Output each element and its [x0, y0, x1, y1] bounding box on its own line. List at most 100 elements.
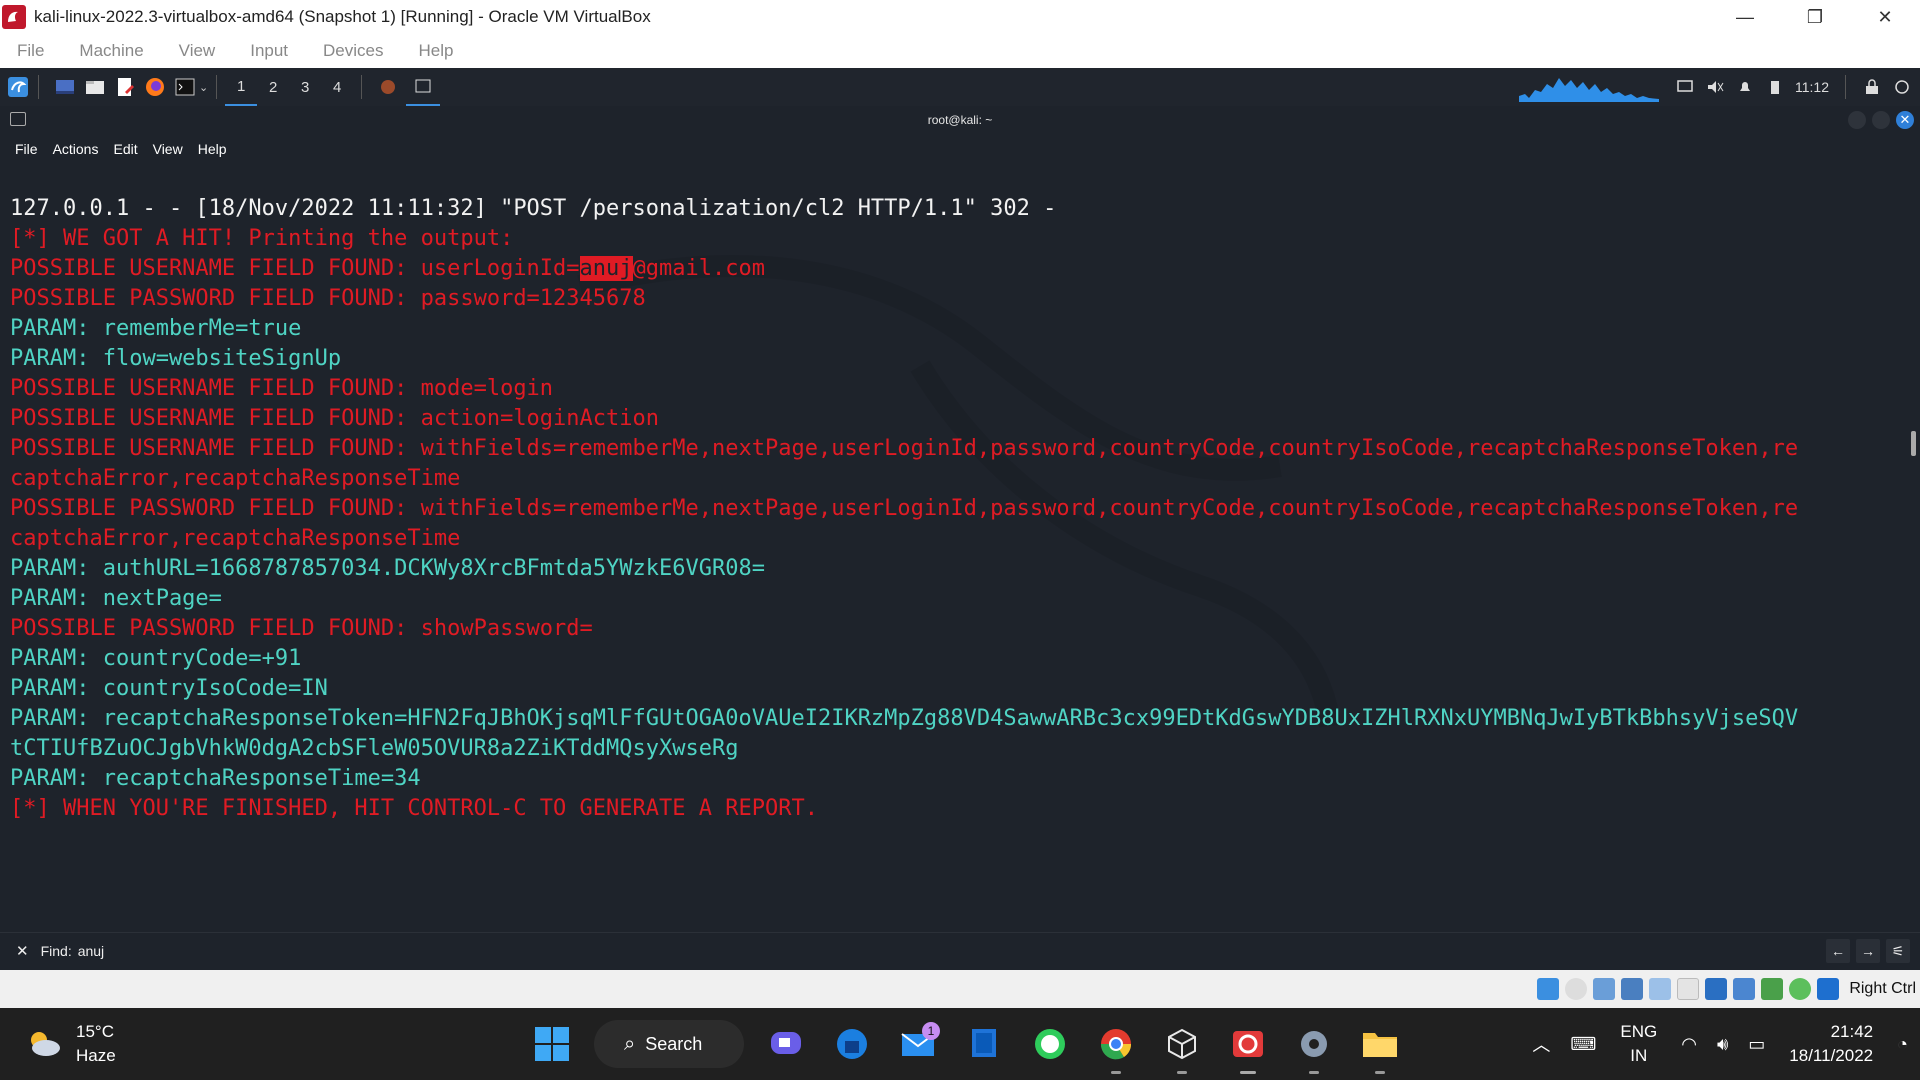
terminal-line: [*] WE GOT A HIT! Printing the output: [10, 226, 514, 251]
start-button[interactable] [528, 1020, 576, 1068]
text-editor-icon[interactable] [113, 75, 137, 99]
notifications-bell-icon[interactable] [1733, 75, 1757, 99]
windows-taskbar: 15°C Haze ⌕ Search 1 ︿ ⌨ ENG IN ◠ 🔊︎ ▭ 2… [0, 1008, 1920, 1080]
find-input[interactable] [77, 942, 1778, 959]
terminal-menu-file[interactable]: File [15, 141, 38, 157]
mail-icon[interactable]: 1 [894, 1020, 942, 1068]
terminal-line: POSSIBLE USERNAME FIELD FOUND: mode=logi… [10, 376, 554, 401]
file-explorer-icon[interactable] [1356, 1020, 1404, 1074]
vbox-menu-file[interactable]: File [17, 41, 44, 61]
firefox-icon[interactable] [143, 75, 167, 99]
audio-icon[interactable] [1593, 978, 1616, 1000]
volume-muted-icon[interactable] [1703, 75, 1727, 99]
find-close-icon[interactable]: ✕ [16, 942, 29, 960]
box-app-icon[interactable] [1158, 1020, 1206, 1074]
terminal-line: captchaError,recaptchaResponseTime [10, 526, 461, 551]
chevron-down-icon[interactable]: ⌄ [199, 81, 208, 94]
vbox-menu-devices[interactable]: Devices [323, 41, 383, 61]
mouse-integration-icon[interactable] [1817, 978, 1840, 1000]
workspace-4[interactable]: 4 [321, 68, 353, 106]
find-previous-icon[interactable]: ← [1826, 939, 1850, 963]
language-indicator[interactable]: ENG IN [1620, 1020, 1657, 1068]
terminal-menu-actions[interactable]: Actions [53, 141, 99, 157]
workspace-2[interactable]: 2 [257, 68, 289, 106]
terminal-menu-help[interactable]: Help [198, 141, 227, 157]
notification-center-icon[interactable]: ◔ [1897, 1034, 1908, 1055]
firefox-window-icon[interactable] [376, 75, 400, 99]
find-options-icon[interactable]: ⚟ [1886, 939, 1910, 963]
whatsapp-icon[interactable] [1026, 1020, 1074, 1068]
terminal-output[interactable]: 127.0.0.1 - - [18/Nov/2022 11:11:32] "PO… [0, 186, 1920, 831]
guest-additions-icon[interactable] [1789, 978, 1812, 1000]
vbox-menubar: File Machine View Input Devices Help [0, 34, 1920, 68]
line-suffix: @gmail.com [632, 256, 765, 281]
terminal-launcher-icon[interactable] [173, 75, 197, 99]
workspace-3[interactable]: 3 [289, 68, 321, 106]
search-icon: ⌕ [624, 1032, 636, 1055]
vbox-statusbar: Right Ctrl [0, 970, 1920, 1008]
show-hidden-icons-chevron-icon[interactable]: ︿ [1532, 1031, 1550, 1057]
terminal-maximize-button[interactable] [1872, 111, 1890, 129]
restore-button[interactable]: ❐ [1780, 0, 1850, 34]
display-icon[interactable] [1673, 75, 1697, 99]
terminal-window-icon[interactable] [406, 68, 441, 106]
lock-screen-icon[interactable] [1860, 75, 1884, 99]
sticky-app-icon[interactable] [960, 1020, 1008, 1068]
minimize-button[interactable]: — [1710, 0, 1780, 34]
vbox-titlebar: kali-linux-2022.3-virtualbox-amd64 (Snap… [0, 0, 1920, 34]
shared-folders-icon[interactable] [1677, 978, 1700, 1000]
weather-haze-icon [31, 1032, 60, 1056]
terminal-minimize-button[interactable] [1848, 111, 1866, 129]
kali-menu-icon[interactable] [6, 75, 30, 99]
vbox-menu-machine[interactable]: Machine [79, 41, 143, 61]
wifi-icon[interactable]: ◠ [1681, 1034, 1697, 1055]
store-icon[interactable] [828, 1020, 876, 1068]
terminal-icon [10, 112, 26, 126]
terminal-line: 127.0.0.1 - - [18/Nov/2022 11:11:32] "PO… [10, 196, 1057, 221]
network-icon[interactable] [1621, 978, 1644, 1000]
battery-icon[interactable] [1763, 75, 1787, 99]
optical-drive-icon[interactable] [1565, 978, 1588, 1000]
virtualbox-app-icon [2, 5, 26, 29]
taskbar-clock[interactable]: 21:42 18/11/2022 [1789, 1020, 1873, 1068]
virtualbox-taskbar-icon[interactable] [1224, 1020, 1272, 1074]
terminal-menu-edit[interactable]: Edit [113, 141, 137, 157]
close-button[interactable]: ✕ [1850, 0, 1920, 34]
vbox-menu-help[interactable]: Help [419, 41, 454, 61]
vbox-menu-input[interactable]: Input [250, 41, 288, 61]
search-highlight: anuj [579, 256, 633, 281]
teams-chat-icon[interactable] [762, 1020, 810, 1068]
logout-icon[interactable] [1890, 75, 1914, 99]
terminal-line: captchaError,recaptchaResponseTime [10, 466, 461, 491]
speaker-icon[interactable]: 🔊︎ [1717, 1034, 1728, 1055]
find-next-icon[interactable]: → [1856, 939, 1880, 963]
region-code: IN [1630, 1046, 1648, 1065]
vbox-menu-view[interactable]: View [179, 41, 216, 61]
terminal-close-button[interactable]: ✕ [1896, 111, 1914, 129]
weather-widget[interactable]: 15°C Haze [24, 1020, 116, 1068]
clock-date: 18/11/2022 [1789, 1046, 1874, 1065]
terminal-line: PARAM: authURL=1668787857034.DCKWy8XrcBF… [10, 556, 765, 581]
hard-disk-icon[interactable] [1537, 978, 1560, 1000]
chrome-icon[interactable] [1092, 1020, 1140, 1074]
battery-charging-icon[interactable]: ▭ [1748, 1034, 1765, 1055]
keyboard-icon[interactable]: ⌨ [1570, 1034, 1596, 1055]
usb-icon[interactable] [1649, 978, 1672, 1000]
video-capture-icon[interactable] [1733, 978, 1756, 1000]
cpu-activity-icon[interactable] [1761, 978, 1784, 1000]
workspace-1[interactable]: 1 [225, 68, 258, 106]
weather-temperature: 15°C [76, 1022, 114, 1041]
terminal-menu-view[interactable]: View [153, 141, 183, 157]
terminal-line: PARAM: countryCode=+91 [10, 646, 302, 671]
show-desktop-icon[interactable] [53, 75, 77, 99]
kali-clock[interactable]: 11:12 [1795, 79, 1829, 95]
terminal-menubar: File Actions Edit View Help [0, 134, 1920, 164]
display-settings-icon[interactable] [1705, 978, 1728, 1000]
terminal-scrollbar[interactable] [1911, 431, 1916, 456]
taskbar-search-button[interactable]: ⌕ Search [594, 1020, 744, 1068]
window-title: kali-linux-2022.3-virtualbox-amd64 (Snap… [34, 7, 651, 26]
terminal-title: root@kali: ~ [927, 113, 993, 127]
file-manager-icon[interactable] [83, 75, 107, 99]
settings-gear-icon[interactable] [1290, 1020, 1338, 1074]
terminal-line: PARAM: recaptchaResponseTime=34 [10, 766, 421, 791]
